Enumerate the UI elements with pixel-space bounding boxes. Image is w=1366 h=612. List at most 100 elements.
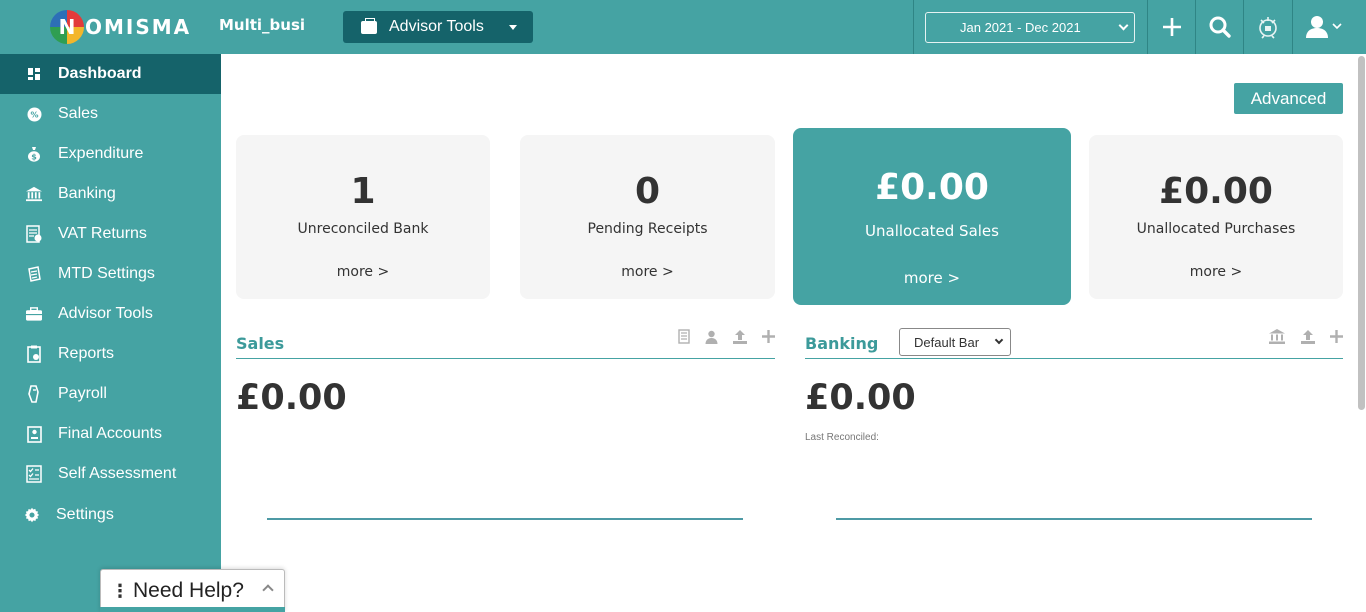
card-value: £0.00 (875, 167, 989, 208)
self-assessment-icon (26, 465, 42, 483)
logo-mark: N (50, 10, 84, 44)
search-icon (1209, 16, 1231, 38)
sales-icon: % (26, 106, 42, 122)
reports-icon (26, 345, 42, 363)
drag-handle-icon[interactable]: ⋮ (111, 581, 129, 602)
sidebar-item-banking[interactable]: Banking (0, 174, 221, 214)
upload-icon[interactable] (733, 329, 747, 348)
company-name: Multi_busi (219, 16, 306, 34)
sales-amount: £0.00 (236, 378, 347, 418)
scrollbar-thumb[interactable] (1358, 56, 1365, 410)
sidebar-item-label: Settings (56, 506, 114, 523)
invoice-icon[interactable] (678, 329, 690, 348)
need-help-accent (100, 607, 285, 612)
sidebar-item-label: Sales (58, 105, 99, 122)
sales-panel-divider (236, 358, 775, 359)
dashboard-icon (26, 66, 42, 82)
card-unreconciled-bank[interactable]: 1 Unreconciled Bank more > (236, 135, 490, 299)
bank-account-value: Default Bar (914, 334, 980, 350)
hmrc-crest-icon (1259, 17, 1277, 39)
card-unallocated-sales[interactable]: £0.00 Unallocated Sales more > (793, 128, 1071, 305)
search-button[interactable] (1196, 0, 1243, 54)
user-icon (1306, 16, 1342, 38)
last-reconciled-label: Last Reconciled: (805, 432, 879, 443)
briefcase-icon (26, 306, 42, 322)
add-button[interactable] (1148, 0, 1195, 54)
sidebar-item-label: Banking (58, 185, 116, 202)
card-value: £0.00 (1159, 171, 1273, 212)
plus-icon[interactable] (1330, 330, 1343, 347)
upload-icon[interactable] (1301, 329, 1315, 348)
card-value: 1 (350, 171, 376, 212)
sidebar-item-advisor-tools[interactable]: Advisor Tools (0, 294, 221, 334)
caret-down-icon (509, 24, 517, 30)
nomisma-logo[interactable]: N OMISMA (50, 9, 191, 45)
customer-icon[interactable] (705, 330, 718, 348)
sidebar-item-payroll[interactable]: Payroll (0, 374, 221, 414)
card-unallocated-purchases[interactable]: £0.00 Unallocated Purchases more > (1089, 135, 1343, 299)
need-help-widget[interactable]: ⋮ Need Help? (100, 569, 285, 612)
need-help-label: Need Help? (133, 579, 244, 602)
chevron-up-icon[interactable] (262, 584, 274, 596)
top-bar: N OMISMA Multi_busi Advisor Tools Jan 20… (0, 0, 1366, 54)
sidebar-item-label: VAT Returns (58, 225, 147, 242)
banking-amount: £0.00 (805, 378, 916, 418)
chevron-down-icon (1118, 20, 1129, 31)
svg-text:$: $ (31, 153, 37, 162)
svg-text:%: % (30, 110, 38, 119)
sidebar-item-label: Dashboard (58, 65, 142, 82)
more-link[interactable]: more > (1089, 264, 1343, 280)
sidebar-item-vat-returns[interactable]: VAT Returns (0, 214, 221, 254)
chevron-down-icon (994, 335, 1004, 345)
sidebar-item-label: MTD Settings (58, 265, 155, 282)
bank-icon (26, 186, 42, 202)
more-link[interactable]: more > (520, 264, 775, 280)
sidebar-item-label: Expenditure (58, 145, 144, 162)
sidebar-item-self-assessment[interactable]: Self Assessment (0, 454, 221, 494)
banking-panel-title[interactable]: Banking (805, 334, 878, 353)
sales-chart-baseline (267, 518, 743, 520)
vat-icon (26, 225, 42, 243)
sidebar-item-label: Advisor Tools (58, 305, 153, 322)
more-link[interactable]: more > (236, 264, 490, 280)
card-pending-receipts[interactable]: 0 Pending Receipts more > (520, 135, 775, 299)
money-bag-icon: $ (26, 146, 42, 162)
bank-icon[interactable] (1269, 329, 1285, 348)
sidebar-item-expenditure[interactable]: $ Expenditure (0, 134, 221, 174)
logo-letter: N (58, 15, 76, 39)
bank-account-select[interactable]: Default Bar (899, 328, 1011, 356)
logo-text: OMISMA (85, 15, 192, 39)
plus-icon[interactable] (762, 330, 775, 347)
user-menu-button[interactable] (1293, 0, 1357, 54)
sidebar: Dashboard % Sales $ Expenditure Banking … (0, 54, 221, 612)
sidebar-item-dashboard[interactable]: Dashboard (0, 54, 221, 94)
sidebar-item-settings[interactable]: Settings (0, 495, 221, 535)
sidebar-item-mtd-settings[interactable]: MTD Settings (0, 254, 221, 294)
sidebar-item-label: Self Assessment (58, 465, 177, 482)
banking-panel-divider (805, 358, 1343, 359)
sidebar-item-final-accounts[interactable]: Final Accounts (0, 414, 221, 454)
sales-panel-title[interactable]: Sales (236, 334, 284, 353)
sidebar-item-label: Payroll (58, 385, 107, 402)
card-label: Unallocated Purchases (1136, 221, 1296, 237)
advanced-button[interactable]: Advanced (1234, 83, 1343, 114)
sidebar-item-label: Reports (58, 345, 115, 362)
final-accounts-icon (26, 425, 42, 443)
advisor-tools-dropdown[interactable]: Advisor Tools (343, 11, 533, 43)
card-label: Unreconciled Bank (297, 221, 429, 237)
banking-chart-baseline (836, 518, 1312, 520)
mtd-icon (26, 266, 42, 282)
briefcase-icon (361, 17, 377, 34)
more-link[interactable]: more > (793, 269, 1071, 287)
sidebar-item-label: Final Accounts (58, 425, 163, 442)
date-range-value: Jan 2021 - Dec 2021 (960, 20, 1081, 35)
plus-icon (1162, 18, 1181, 36)
hmrc-button[interactable] (1244, 0, 1292, 54)
card-label: Pending Receipts (587, 221, 708, 237)
sidebar-item-sales[interactable]: % Sales (0, 94, 221, 134)
card-label: Unallocated Sales (865, 222, 999, 240)
sidebar-item-reports[interactable]: Reports (0, 334, 221, 374)
divider (913, 0, 914, 54)
gear-icon (24, 507, 40, 523)
date-range-select[interactable]: Jan 2021 - Dec 2021 (925, 12, 1135, 43)
